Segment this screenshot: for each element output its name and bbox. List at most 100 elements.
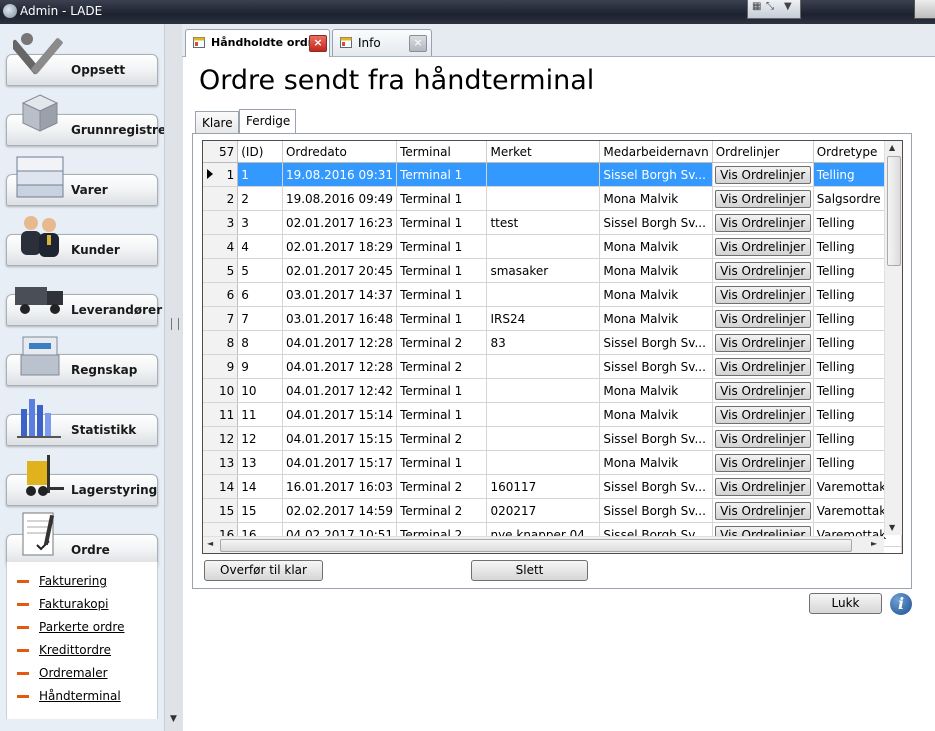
cell-ordredato[interactable]: 02.01.2017 20:45: [282, 258, 398, 283]
cell-merket[interactable]: 160117: [486, 474, 601, 499]
cell-id[interactable]: 14: [237, 474, 283, 499]
table-row[interactable]: 5 5 02.01.2017 20:45 Terminal 1 smasaker Mona…: [203, 258, 902, 283]
row-header[interactable]: 10: [203, 378, 239, 403]
cell-terminal[interactable]: Terminal 1: [396, 306, 488, 331]
grid-icon[interactable]: ▦: [752, 1, 761, 12]
vis-ordrelinjer-button[interactable]: Vis Ordrelinjer: [714, 405, 811, 424]
row-header[interactable]: 11: [203, 402, 239, 427]
cell-ordredato[interactable]: 16.01.2017 16:03: [282, 474, 398, 499]
vis-ordrelinjer-button[interactable]: Vis Ordrelinjer: [714, 381, 811, 400]
cell-id[interactable]: 10: [237, 378, 283, 403]
cell-id[interactable]: 13: [237, 450, 283, 475]
cell-merket[interactable]: smasaker: [486, 258, 601, 283]
vis-ordrelinjer-button[interactable]: Vis Ordrelinjer: [714, 189, 811, 208]
table-row[interactable]: 13 13 04.01.2017 15:17 Terminal 1 Mona Malvi…: [203, 450, 902, 475]
cell-medarbeidernavn[interactable]: Mona Malvik: [599, 282, 713, 307]
cell-id[interactable]: 4: [237, 234, 283, 259]
row-header[interactable]: 13: [203, 450, 239, 475]
scroll-thumb[interactable]: [887, 156, 901, 266]
cell-medarbeidernavn[interactable]: Mona Malvik: [599, 186, 713, 211]
fullscreen-icon[interactable]: ⤡: [766, 1, 774, 12]
row-header[interactable]: 14: [203, 474, 239, 499]
cell-medarbeidernavn[interactable]: Mona Malvik: [599, 234, 713, 259]
vis-ordrelinjer-button[interactable]: Vis Ordrelinjer: [714, 501, 811, 520]
scroll-down-arrow-icon[interactable]: ▼: [170, 714, 177, 724]
cell-medarbeidernavn[interactable]: Sissel Borgh Sv...: [599, 426, 713, 451]
row-header[interactable]: 6: [203, 282, 239, 307]
nav-button-kunder[interactable]: Kunder: [6, 216, 158, 266]
cell-ordredato[interactable]: 04.01.2017 15:17: [282, 450, 398, 475]
cell-terminal[interactable]: Terminal 2: [396, 498, 488, 523]
row-header[interactable]: 4: [203, 234, 239, 259]
cell-merket[interactable]: [486, 426, 601, 451]
vis-ordrelinjer-button[interactable]: Vis Ordrelinjer: [714, 309, 811, 328]
column-header-terminal[interactable]: Terminal: [396, 141, 488, 163]
cell-medarbeidernavn[interactable]: Sissel Borgh Sv...: [599, 498, 713, 523]
vertical-scrollbar[interactable]: ▲ ▼: [884, 141, 902, 535]
scroll-left-icon[interactable]: ◄: [207, 539, 213, 548]
column-header-medarbeidernavn[interactable]: Medarbeidernavn: [599, 141, 713, 163]
cell-id[interactable]: 2: [237, 186, 283, 211]
cell-terminal[interactable]: Terminal 2: [396, 426, 488, 451]
table-row[interactable]: 12 12 04.01.2017 15:15 Terminal 2 Sissel Bor…: [203, 426, 902, 451]
window-controls[interactable]: ▦ ⤡ ▼: [747, 0, 801, 19]
table-row[interactable]: 8 8 04.01.2017 12:28 Terminal 2 83 Sissel Bor…: [203, 330, 902, 355]
cell-ordredato[interactable]: 03.01.2017 14:37: [282, 282, 398, 307]
cell-ordredato[interactable]: 02.01.2017 18:29: [282, 234, 398, 259]
cell-id[interactable]: 8: [237, 330, 283, 355]
table-row[interactable]: 15 15 02.02.2017 14:59 Terminal 2 020217 Siss…: [203, 498, 902, 523]
cell-ordredato[interactable]: 02.01.2017 16:23: [282, 210, 398, 235]
table-row[interactable]: 3 3 02.01.2017 16:23 Terminal 1 ttest Sissel …: [203, 210, 902, 235]
cell-merket[interactable]: [486, 402, 601, 427]
close-icon[interactable]: ×: [309, 35, 327, 52]
cell-medarbeidernavn[interactable]: Sissel Borgh Sv...: [599, 210, 713, 235]
vis-ordrelinjer-button[interactable]: Vis Ordrelinjer: [714, 237, 811, 256]
nav-button-varer[interactable]: Varer: [6, 156, 158, 206]
cell-merket[interactable]: IRS24: [486, 306, 601, 331]
vis-ordrelinjer-button[interactable]: Vis Ordrelinjer: [714, 165, 811, 184]
scroll-up-icon[interactable]: ▲: [889, 143, 895, 152]
nav-button-oppsett[interactable]: Oppsett: [6, 33, 158, 86]
close-icon[interactable]: ×: [409, 35, 427, 52]
submenu-link[interactable]: Kredittordre: [39, 643, 111, 657]
cell-merket[interactable]: [486, 186, 601, 211]
cell-medarbeidernavn[interactable]: Mona Malvik: [599, 450, 713, 475]
info-icon[interactable]: i: [890, 593, 912, 615]
cell-id[interactable]: 6: [237, 282, 283, 307]
row-header[interactable]: 7: [203, 306, 239, 331]
nav-button-statistikk[interactable]: Statistikk: [6, 399, 158, 446]
cell-ordredato[interactable]: 04.01.2017 12:28: [282, 354, 398, 379]
submenu-link[interactable]: Parkerte ordre: [39, 620, 124, 634]
cell-medarbeidernavn[interactable]: Sissel Borgh Sv...: [599, 162, 713, 187]
cell-id[interactable]: 3: [237, 210, 283, 235]
cell-medarbeidernavn[interactable]: Sissel Borgh Sv...: [599, 474, 713, 499]
column-header-ordrelinjer[interactable]: Ordrelinjer: [712, 141, 814, 163]
cell-medarbeidernavn[interactable]: Mona Malvik: [599, 402, 713, 427]
cell-medarbeidernavn[interactable]: Sissel Borgh Sv...: [599, 354, 713, 379]
column-header-merket[interactable]: Merket: [486, 141, 601, 163]
cell-id[interactable]: 9: [237, 354, 283, 379]
row-header[interactable]: 9: [203, 354, 239, 379]
cell-medarbeidernavn[interactable]: Mona Malvik: [599, 306, 713, 331]
window-close-button[interactable]: [914, 0, 935, 19]
vis-ordrelinjer-button[interactable]: Vis Ordrelinjer: [714, 213, 811, 232]
row-header[interactable]: 12: [203, 426, 239, 451]
cell-merket[interactable]: 83: [486, 330, 601, 355]
table-row[interactable]: 14 14 16.01.2017 16:03 Terminal 2 160117 Siss…: [203, 474, 902, 499]
vis-ordrelinjer-button[interactable]: Vis Ordrelinjer: [714, 285, 811, 304]
nav-button-grunnregistre[interactable]: Grunnregistre: [6, 94, 166, 146]
row-header[interactable]: 2: [203, 186, 239, 211]
table-row[interactable]: 6 6 03.01.2017 14:37 Terminal 1 Mona Malvik V…: [203, 282, 902, 307]
submenu-link[interactable]: Ordremaler: [39, 666, 108, 680]
row-header[interactable]: 5: [203, 258, 239, 283]
tab-ferdige[interactable]: Ferdige: [239, 109, 296, 133]
row-header[interactable]: 3: [203, 210, 239, 235]
horizontal-scrollbar[interactable]: ◄ ►: [203, 536, 884, 553]
cell-terminal[interactable]: Terminal 1: [396, 378, 488, 403]
cell-id[interactable]: 15: [237, 498, 283, 523]
cell-terminal[interactable]: Terminal 1: [396, 210, 488, 235]
table-row[interactable]: 2 2 19.08.2016 09:49 Terminal 1 Mona Malvik V…: [203, 186, 902, 211]
cell-id[interactable]: 5: [237, 258, 283, 283]
tab-klare[interactable]: Klare: [195, 111, 239, 133]
transfer-to-ready-button[interactable]: Overfør til klar: [204, 560, 323, 581]
